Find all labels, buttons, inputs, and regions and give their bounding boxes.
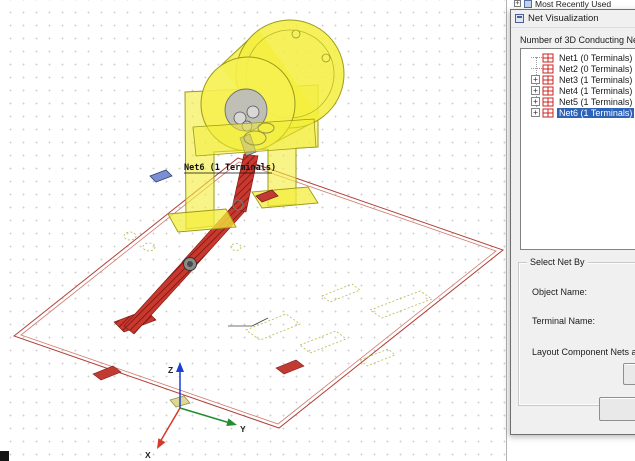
net-tree-item-selected[interactable]: + Net6 (1 Terminals)	[521, 107, 635, 118]
axis-z-label: Z	[168, 365, 173, 375]
nets-count-label: Number of 3D Conducting Nets	[520, 35, 635, 45]
layout-component-nets-label: Layout Component Nets a	[532, 347, 635, 357]
axis-y-label: Y	[240, 424, 246, 434]
3d-scene: Net6 (1 Terminals) Z Y X	[12, 19, 505, 460]
tree-stub	[531, 53, 542, 62]
copper-pads	[92, 359, 305, 381]
viewport-corner-mark	[0, 451, 9, 461]
cut-off-dialog-button[interactable]	[599, 397, 635, 421]
net-icon	[542, 86, 554, 95]
tree-stub	[531, 64, 542, 73]
net-tree-item[interactable]: + Net5 (1 Terminals)	[521, 96, 635, 107]
select-net-by-title: Select Net By	[527, 257, 588, 267]
3d-viewport[interactable]: Net6 (1 Terminals) Z Y X	[0, 0, 512, 461]
tree-item-most-recently-used[interactable]: Most Recently Used	[535, 0, 611, 9]
dialog-titlebar[interactable]: Net Visualization	[511, 10, 635, 28]
dialog-icon	[515, 14, 524, 23]
net-item-label[interactable]: Net1 (0 Terminals)	[557, 53, 634, 63]
cut-off-button[interactable]	[623, 363, 635, 385]
folder-icon	[524, 0, 532, 8]
net-tree-list[interactable]: Net1 (0 Terminals) Net2 (0 Terminals) + …	[520, 48, 635, 250]
port-box-blue	[149, 169, 173, 183]
object-name-label: Object Name:	[532, 287, 588, 297]
expand-icon[interactable]: +	[531, 108, 540, 117]
dialog-title: Net Visualization	[528, 13, 599, 24]
net-tree-item[interactable]: + Net4 (1 Terminals)	[521, 85, 635, 96]
net-item-label[interactable]: Net3 (1 Terminals)	[557, 75, 634, 85]
project-tree-peek: + Most Recently Used	[514, 0, 635, 9]
net-icon	[542, 108, 554, 117]
expand-icon[interactable]: +	[531, 75, 540, 84]
net-item-label[interactable]: Net2 (0 Terminals)	[557, 64, 634, 74]
net-tree-item[interactable]: Net2 (0 Terminals)	[521, 63, 635, 74]
expand-icon[interactable]: +	[514, 0, 521, 7]
board-component-outlines	[123, 231, 433, 367]
net-item-label[interactable]: Net4 (1 Terminals)	[557, 86, 634, 96]
net-callout: Net6 (1 Terminals)	[184, 162, 276, 174]
net-icon	[542, 53, 554, 62]
net-item-label[interactable]: Net6 (1 Terminals)	[557, 107, 635, 118]
net-tree-item[interactable]: Net1 (0 Terminals)	[521, 52, 635, 63]
expand-icon[interactable]: +	[531, 86, 540, 95]
net-item-label[interactable]: Net5 (1 Terminals)	[557, 97, 634, 107]
net-tree-item[interactable]: + Net3 (1 Terminals)	[521, 74, 635, 85]
net-visualization-dialog: Net Visualization Number of 3D Conductin…	[510, 9, 635, 435]
select-net-by-group: Select Net By Object Name: Terminal Name…	[518, 257, 635, 406]
svg-text:Net6 (1 Terminals): Net6 (1 Terminals)	[184, 162, 276, 173]
terminal-name-label: Terminal Name:	[532, 316, 596, 326]
expand-icon[interactable]: +	[531, 97, 540, 106]
app-window: Net6 (1 Terminals) Z Y X + Most Recently…	[0, 0, 635, 461]
net-icon	[542, 75, 554, 84]
net-icon	[542, 64, 554, 73]
net-icon	[542, 97, 554, 106]
board-dimension-marks	[228, 317, 269, 327]
axis-x-label: X	[145, 450, 151, 460]
